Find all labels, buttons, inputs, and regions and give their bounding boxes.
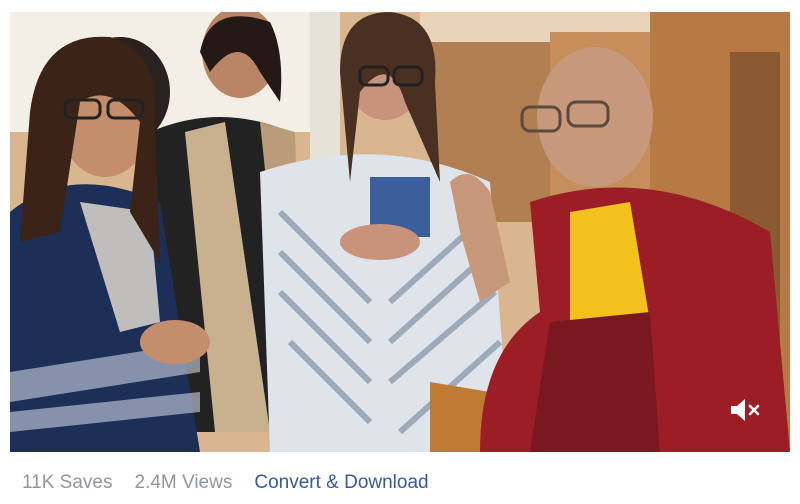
video-frame-image [10,12,790,452]
video-meta-bar: 11K Saves 2.4M Views Convert & Download [0,462,800,504]
convert-download-link[interactable]: Convert & Download [254,472,428,494]
video-player[interactable] [10,12,790,452]
saves-count: 11K Saves [22,472,113,493]
mute-button[interactable] [724,390,764,430]
speaker-muted-icon [731,399,760,421]
views-count: 2.4M Views [134,472,233,493]
